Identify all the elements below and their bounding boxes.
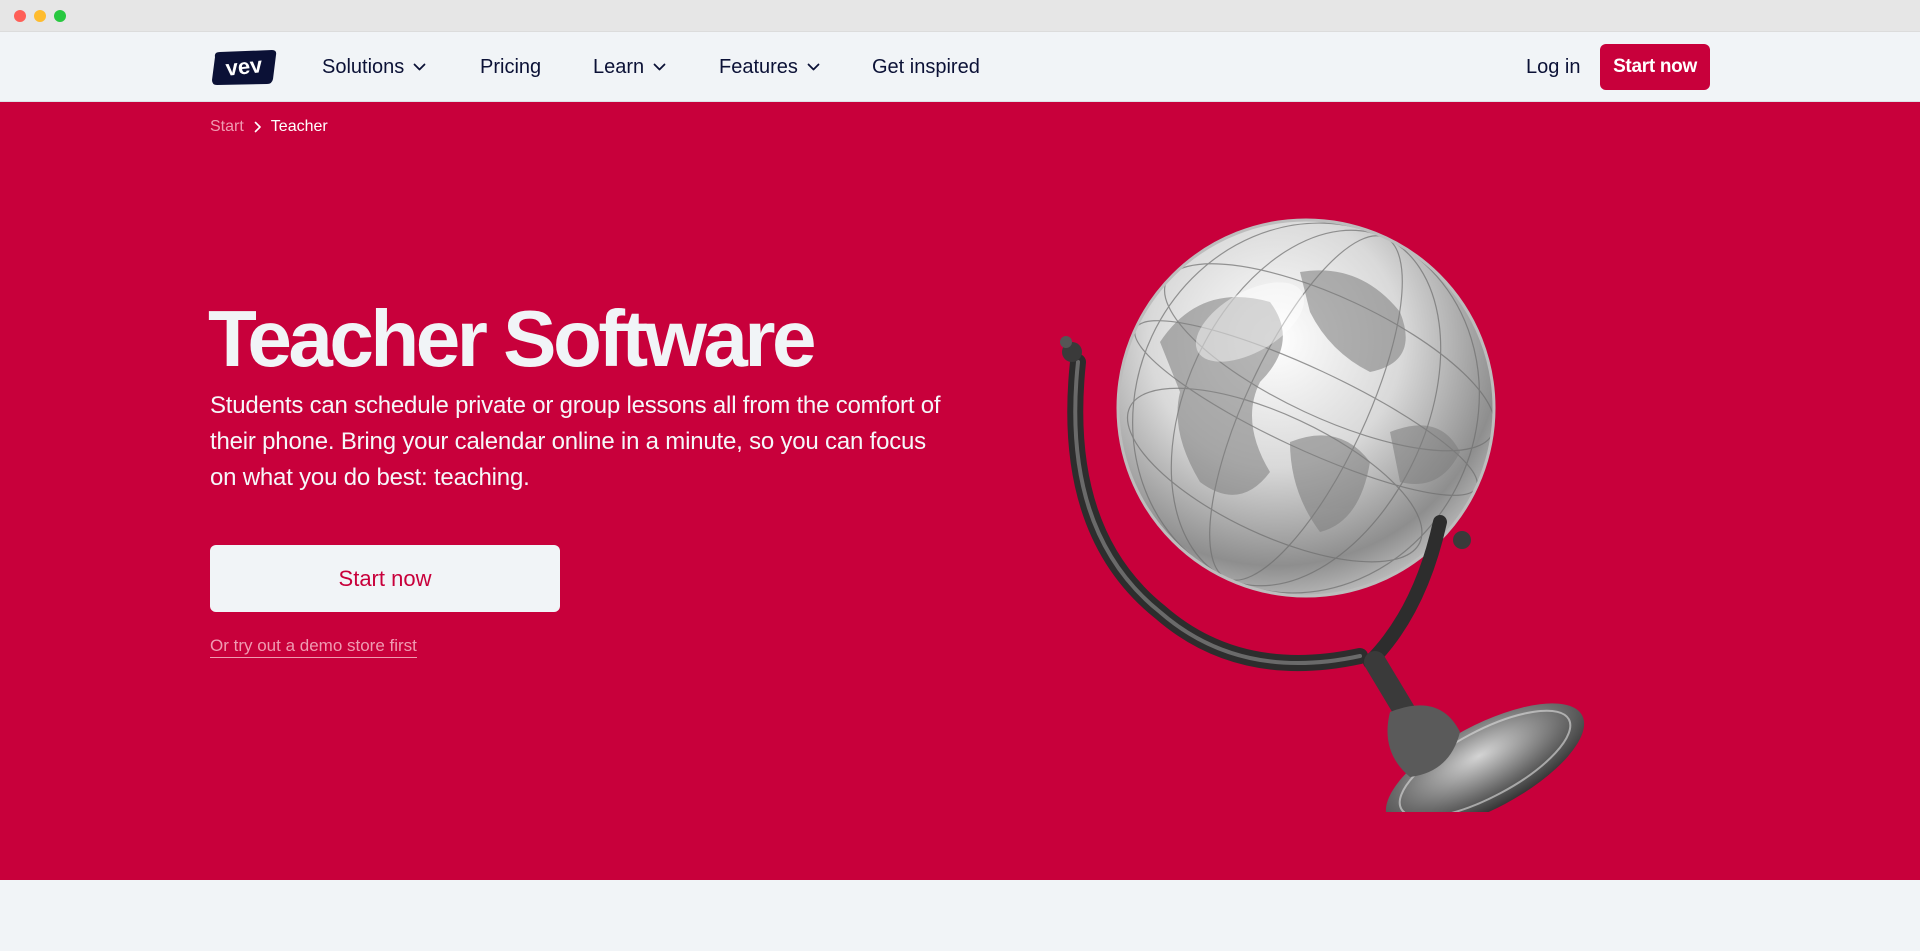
window-close-button[interactable] (14, 10, 26, 22)
nav-learn-label: Learn (593, 55, 645, 78)
chevron-down-icon (807, 63, 820, 71)
nav-solutions[interactable]: Solutions (322, 32, 426, 102)
nav-solutions-label: Solutions (322, 55, 405, 78)
hero-section: Start Teacher Teacher Software Students … (0, 102, 1920, 880)
window-minimize-button[interactable] (34, 10, 46, 22)
vev-logo[interactable]: vev (210, 49, 278, 86)
login-label: Log in (1526, 55, 1581, 78)
nav-start-now-button[interactable]: Start now (1600, 44, 1710, 90)
breadcrumb-current: Teacher (270, 118, 328, 135)
chevron-down-icon (413, 63, 426, 71)
svg-text:vev: vev (224, 52, 264, 81)
nav-features[interactable]: Features (719, 32, 820, 102)
nav-pricing[interactable]: Pricing (480, 32, 541, 102)
globe-illustration (1060, 218, 1585, 812)
chevron-right-icon (254, 121, 262, 133)
nav-features-label: Features (719, 55, 798, 78)
demo-store-link[interactable]: Or try out a demo store first (210, 636, 417, 658)
page-title: Teacher Software (208, 294, 816, 383)
hero-description: Students can schedule private or group l… (210, 392, 941, 491)
nav-get-inspired[interactable]: Get inspired (872, 32, 980, 102)
breadcrumb: Start Teacher (210, 118, 328, 136)
window-maximize-button[interactable] (54, 10, 66, 22)
top-navigation: vev Solutions Pricing Learn Features Get… (0, 32, 1920, 102)
login-link[interactable]: Log in (1526, 32, 1581, 102)
breadcrumb-start-link[interactable]: Start (210, 118, 244, 136)
nav-get-inspired-label: Get inspired (872, 55, 980, 78)
chevron-down-icon (653, 63, 666, 71)
hero-start-now-button[interactable]: Start now (210, 545, 560, 612)
nav-pricing-label: Pricing (480, 55, 542, 78)
nav-learn[interactable]: Learn (593, 32, 666, 102)
window-titlebar (0, 0, 1920, 32)
